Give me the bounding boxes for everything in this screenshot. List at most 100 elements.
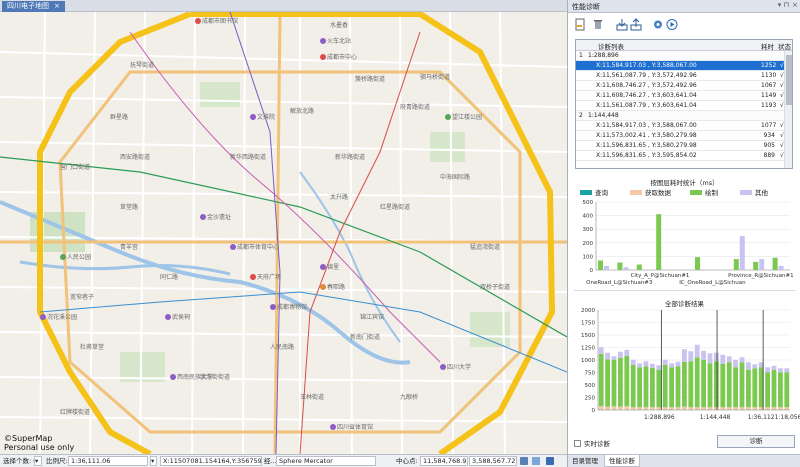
bar-draw — [669, 367, 674, 408]
center-y-input[interactable]: 3,588,567.727... — [469, 456, 517, 466]
export-icon[interactable] — [630, 18, 642, 31]
bar-fetch — [656, 407, 662, 410]
poi-icon — [250, 114, 256, 120]
chart-legend: 查询 获取数据 绘制 其他 — [580, 187, 795, 197]
bar-fetch — [707, 407, 713, 410]
map-canvas[interactable]: 成都市图书馆 水墨香 成都市中心 抚琴街道 群星路 解放北路 簇桥路街道 新华西… — [0, 12, 567, 454]
bar-other — [778, 368, 783, 373]
y-tick-label: 300 — [583, 227, 594, 233]
run-icon[interactable] — [666, 18, 678, 31]
tab-catalog[interactable]: 目录管理 — [568, 455, 602, 467]
tab-performance[interactable]: 性能诊断 — [604, 455, 640, 467]
column-header-time[interactable]: 耗时 — [761, 41, 774, 51]
y-tick-label: 500 — [583, 200, 594, 206]
layers-icon[interactable] — [532, 457, 540, 465]
diagnosis-list-table[interactable]: 诊断列表 耗时 状态 1 1:288,896 X:11,584,917.03 ,… — [575, 39, 793, 169]
poi-icon — [330, 424, 336, 430]
map-label: 抚琴街道 — [130, 62, 155, 69]
map-document-tab[interactable]: 四川电子地图 × — [2, 1, 65, 12]
delete-icon[interactable] — [592, 18, 604, 31]
table-row[interactable]: X:11,584,917.03 , Y:3,588,067.00 1077 √ — [576, 121, 792, 131]
scale-dropdown[interactable]: ▾ — [150, 456, 157, 466]
mouse-coordinates: X:11507081.154164,Y:3567598.825465 — [160, 456, 262, 466]
bar-draw — [630, 364, 636, 408]
all-results-chart: 0 250 500 750 1000 1250 1500 1750 2000 1:288,896 1… — [581, 308, 800, 421]
table-scrollbar[interactable] — [784, 51, 792, 168]
diagnose-button[interactable]: 诊断 — [717, 435, 795, 448]
pin-icon[interactable]: ▾ ⊓ — [778, 1, 789, 9]
y-tick-label: 750 — [585, 371, 596, 377]
copy-icon[interactable] — [520, 457, 528, 465]
map-label: 红星路街道 — [380, 204, 411, 211]
bar-other — [688, 351, 694, 362]
new-diagnosis-icon[interactable] — [574, 18, 586, 31]
table-row[interactable]: X:11,608,746.27 , Y:3,603,641.04 1149 √ — [576, 91, 792, 101]
poi-icon — [40, 314, 46, 320]
x-tick-label: IC_OneRoad_L@Sichuan — [679, 280, 746, 286]
map-label: 成都市图书馆 — [195, 16, 238, 25]
map-label: 人民南路 — [270, 344, 295, 351]
projection-field[interactable]: Sphere Mercator — [276, 456, 376, 466]
table-row[interactable]: X:11,596,831.65 , Y:3,595,854.02 889 √ — [576, 151, 792, 161]
bar-other — [669, 363, 674, 368]
bar-other — [630, 359, 636, 365]
center-x-input[interactable]: 11,584,768.93... — [420, 456, 468, 466]
selected-count-dropdown[interactable]: ▾ — [34, 456, 42, 466]
bar-draw — [662, 364, 668, 408]
map-label: 望江楼公园 — [445, 112, 482, 121]
map-icon[interactable] — [546, 457, 554, 465]
close-icon[interactable]: × — [792, 1, 798, 9]
bar-draw — [733, 367, 738, 408]
column-header-state[interactable]: 状态 — [778, 41, 791, 51]
x-tick-label: City_A_P@Sichuan#1 — [631, 273, 690, 279]
scrollbar-thumb[interactable] — [786, 55, 792, 105]
poi-icon — [195, 18, 201, 24]
map-label: 锦江宾馆 — [360, 314, 385, 321]
bar-other — [637, 363, 642, 368]
bar-fetch — [618, 406, 623, 410]
bar-other — [650, 363, 655, 368]
bar-fetch — [605, 406, 610, 410]
table-row[interactable]: X:11,596,831.65 , Y:3,580,279.98 905 √ — [576, 141, 792, 151]
map-label: 人民公园 — [60, 252, 91, 261]
bar-fetch — [637, 407, 642, 410]
table-row[interactable]: X:11,561,087.79 , Y:3,572,492.96 1130 √ — [576, 71, 792, 81]
table-group-row[interactable]: 1 1:288,896 — [576, 51, 792, 61]
bar-draw — [752, 368, 758, 408]
gear-icon[interactable] — [652, 18, 664, 31]
bar-other — [752, 364, 758, 369]
scale-input[interactable]: 1:36,111.06 — [68, 456, 148, 466]
poi-icon — [320, 264, 326, 270]
y-tick-label: 500 — [585, 383, 596, 389]
bar-other — [605, 352, 610, 360]
bar-draw — [701, 359, 706, 408]
map-label: 簇桥路街道 — [355, 76, 386, 83]
copyright-line: ©SuperMap — [4, 434, 53, 443]
map-label: 锦里 — [320, 262, 339, 271]
bar-other — [604, 265, 609, 270]
table-group-row[interactable]: 2 1:144,448 — [576, 111, 792, 121]
checkbox-box[interactable] — [574, 440, 581, 447]
bar-fetch — [784, 407, 790, 410]
bar-draw — [753, 261, 759, 270]
bar-other — [759, 259, 765, 270]
x-tick-label: Province_R@Sichuan#1 — [728, 273, 793, 279]
bar-fetch — [739, 407, 745, 410]
bar-draw — [643, 366, 649, 408]
table-row[interactable]: X:11,608,746.27 , Y:3,572,492.96 1067 √ — [576, 81, 792, 91]
map-label: 春熙路 — [320, 282, 345, 291]
close-icon[interactable]: × — [54, 2, 60, 10]
table-row[interactable]: X:11,573,002.41 , Y:3,580,279.98 934 √ — [576, 131, 792, 141]
bar-draw — [739, 362, 745, 408]
table-row[interactable]: X:11,584,917.03 , Y:3,588,067.00 1252 √ — [576, 61, 792, 71]
bar-fetch — [720, 407, 726, 410]
realtime-diagnosis-checkbox[interactable]: 实时诊断 — [574, 438, 610, 448]
bar-other — [739, 236, 745, 270]
bar-draw — [605, 359, 610, 407]
bar-draw — [784, 372, 790, 408]
bar-other — [707, 353, 713, 364]
import-icon[interactable] — [616, 18, 628, 31]
table-row[interactable]: X:11,561,087.79 , Y:3,603,641.04 1193 √ — [576, 101, 792, 111]
column-header-list[interactable]: 诊断列表 — [598, 41, 624, 51]
bar-fetch — [598, 406, 604, 410]
